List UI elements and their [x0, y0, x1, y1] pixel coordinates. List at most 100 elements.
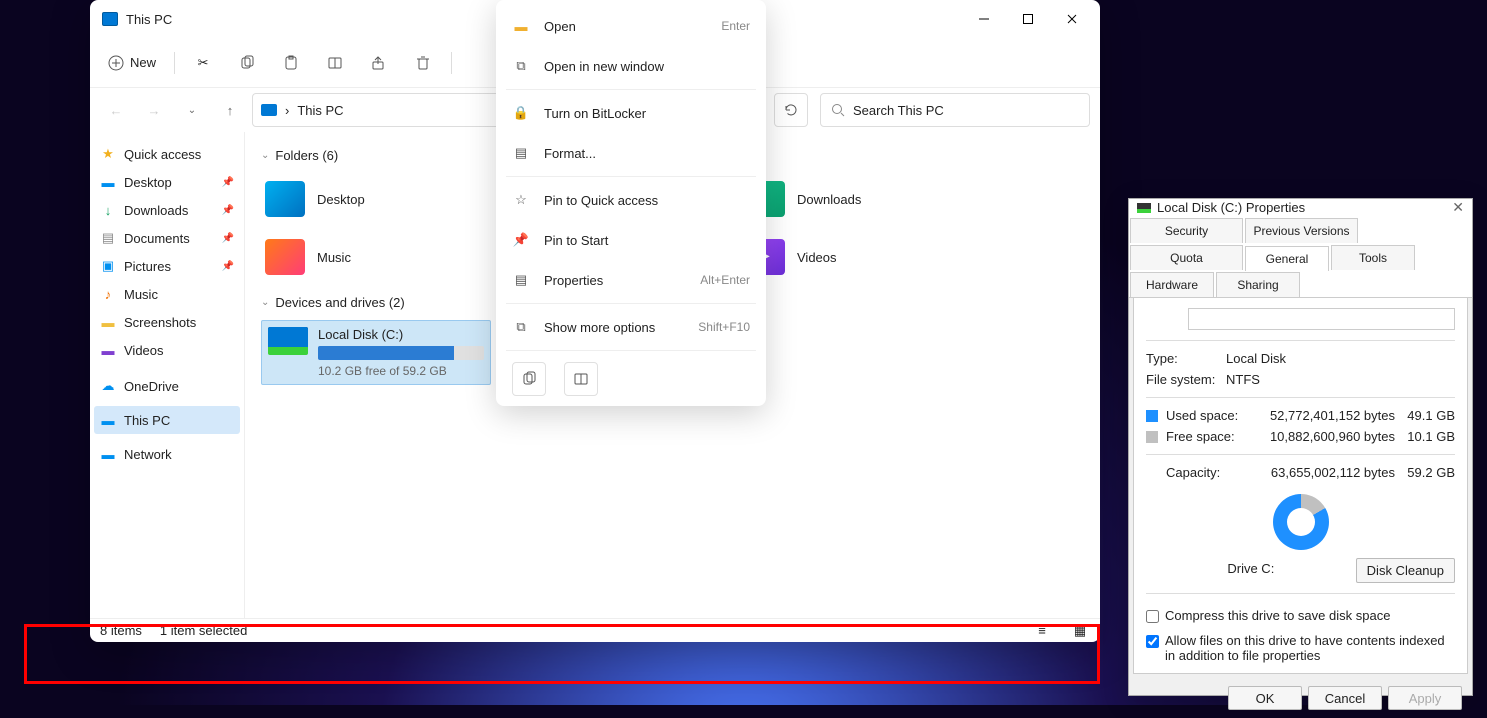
- drive-free-text: 10.2 GB free of 59.2 GB: [318, 364, 484, 378]
- close-button[interactable]: [1050, 4, 1094, 34]
- tab-tools[interactable]: Tools: [1331, 245, 1415, 270]
- search-placeholder: Search This PC: [853, 103, 944, 118]
- pin-icon: 📌: [222, 205, 234, 216]
- free-swatch: [1146, 431, 1158, 443]
- ctx-properties[interactable]: ▤PropertiesAlt+Enter: [502, 260, 760, 300]
- thispc-icon: [102, 12, 118, 26]
- share-button[interactable]: [359, 45, 399, 81]
- chevron-down-icon: ⌄: [261, 297, 269, 308]
- folder-music[interactable]: Music: [261, 231, 481, 283]
- drive-local-disk-c[interactable]: Local Disk (C:) 10.2 GB free of 59.2 GB: [261, 320, 491, 385]
- properties-dialog: Local Disk (C:) Properties ✕ Security Pr…: [1128, 198, 1473, 696]
- context-menu: ▬OpenEnter ⧉Open in new window 🔒Turn on …: [496, 0, 766, 406]
- thispc-icon: [261, 104, 277, 116]
- disk-cleanup-button[interactable]: Disk Cleanup: [1356, 558, 1455, 583]
- ctx-copy-button[interactable]: [512, 362, 546, 396]
- music-icon: ♪: [100, 286, 116, 302]
- forward-button[interactable]: →: [138, 94, 170, 126]
- address-location: This PC: [297, 103, 343, 118]
- music-folder-icon: [265, 239, 305, 275]
- sidebar-item-documents[interactable]: ▤Documents📌: [94, 224, 240, 252]
- delete-button[interactable]: [403, 45, 443, 81]
- type-label: Type:: [1146, 351, 1226, 366]
- drive-c-label: Drive C:: [1146, 561, 1356, 576]
- search-icon: [831, 103, 845, 117]
- tab-hardware[interactable]: Hardware: [1130, 272, 1214, 297]
- refresh-icon: [783, 102, 799, 118]
- close-button[interactable]: ✕: [1452, 199, 1464, 216]
- tab-general[interactable]: General: [1245, 246, 1329, 271]
- sidebar-item-pictures[interactable]: ▣Pictures📌: [94, 252, 240, 280]
- thispc-icon: ▬: [100, 412, 116, 428]
- filesystem-value: NTFS: [1226, 372, 1260, 387]
- cancel-button[interactable]: Cancel: [1308, 686, 1382, 710]
- rename-button[interactable]: [315, 45, 355, 81]
- sidebar-network[interactable]: ▬Network: [94, 440, 240, 468]
- sidebar-item-desktop[interactable]: ▬Desktop📌: [94, 168, 240, 196]
- back-button[interactable]: ←: [100, 94, 132, 126]
- ctx-open[interactable]: ▬OpenEnter: [502, 6, 760, 46]
- sidebar-item-downloads[interactable]: ↓Downloads📌: [94, 196, 240, 224]
- ctx-pin-quick-access[interactable]: ☆Pin to Quick access: [502, 180, 760, 220]
- tab-previous-versions[interactable]: Previous Versions: [1245, 218, 1358, 243]
- capacity-gb: 59.2 GB: [1403, 465, 1455, 480]
- network-icon: ▬: [100, 446, 116, 462]
- pin-icon: 📌: [512, 232, 530, 248]
- used-label: Used space:: [1166, 408, 1248, 423]
- tab-sharing[interactable]: Sharing: [1216, 272, 1300, 297]
- free-bytes: 10,882,600,960 bytes: [1256, 429, 1395, 444]
- desktop-icon: ▬: [100, 174, 116, 190]
- ctx-rename-button[interactable]: [564, 362, 598, 396]
- drive-icon: [1146, 311, 1168, 327]
- tab-security[interactable]: Security: [1130, 218, 1243, 243]
- properties-title: Local Disk (C:) Properties: [1157, 200, 1305, 215]
- recent-dropdown[interactable]: ⌄: [176, 94, 208, 126]
- free-gb: 10.1 GB: [1403, 429, 1455, 444]
- maximize-button[interactable]: [1006, 4, 1050, 34]
- used-swatch: [1146, 410, 1158, 422]
- trash-icon: [415, 55, 431, 71]
- refresh-button[interactable]: [774, 93, 808, 127]
- pictures-icon: ▣: [100, 258, 116, 274]
- sidebar-onedrive[interactable]: ☁OneDrive: [94, 372, 240, 400]
- filesystem-label: File system:: [1146, 372, 1226, 387]
- star-icon: ★: [100, 146, 116, 162]
- sidebar-item-videos[interactable]: ▬Videos: [94, 336, 240, 364]
- ctx-pin-start[interactable]: 📌Pin to Start: [502, 220, 760, 260]
- more-icon: ⧉: [512, 319, 530, 335]
- desktop-folder-icon: [265, 181, 305, 217]
- used-bytes: 52,772,401,152 bytes: [1256, 408, 1395, 423]
- drive-name: Local Disk (C:): [318, 327, 484, 342]
- index-checkbox[interactable]: Allow files on this drive to have conten…: [1146, 633, 1455, 663]
- properties-icon: ▤: [512, 272, 530, 288]
- folder-videos[interactable]: Videos: [741, 231, 961, 283]
- apply-button[interactable]: Apply: [1388, 686, 1462, 710]
- sidebar-item-screenshots[interactable]: ▬Screenshots: [94, 308, 240, 336]
- compress-checkbox[interactable]: Compress this drive to save disk space: [1146, 608, 1455, 623]
- properties-titlebar: Local Disk (C:) Properties ✕: [1129, 199, 1472, 216]
- ctx-show-more[interactable]: ⧉Show more optionsShift+F10: [502, 307, 760, 347]
- cut-button[interactable]: ✂: [183, 45, 223, 81]
- annotation-highlight: [24, 624, 1100, 684]
- sidebar-thispc[interactable]: ▬This PC: [94, 406, 240, 434]
- ctx-open-new-window[interactable]: ⧉Open in new window: [502, 46, 760, 86]
- scissors-icon: ✂: [198, 55, 209, 71]
- minimize-button[interactable]: [962, 4, 1006, 34]
- ok-button[interactable]: OK: [1228, 686, 1302, 710]
- paste-button[interactable]: [271, 45, 311, 81]
- copy-button[interactable]: [227, 45, 267, 81]
- folder-downloads[interactable]: Downloads: [741, 173, 961, 225]
- search-box[interactable]: Search This PC: [820, 93, 1090, 127]
- ctx-format[interactable]: ▤Format...: [502, 133, 760, 173]
- up-button[interactable]: ↑: [214, 94, 246, 126]
- capacity-label: Capacity:: [1166, 465, 1248, 480]
- sidebar-quick-access[interactable]: ★Quick access: [94, 140, 240, 168]
- address-sep: ›: [285, 103, 289, 118]
- sidebar-item-music[interactable]: ♪Music: [94, 280, 240, 308]
- drive-label-input[interactable]: [1188, 308, 1455, 330]
- ctx-bitlocker[interactable]: 🔒Turn on BitLocker: [502, 93, 760, 133]
- properties-tabs: Security Previous Versions Quota General…: [1129, 216, 1472, 298]
- tab-quota[interactable]: Quota: [1130, 245, 1243, 270]
- folder-desktop[interactable]: Desktop: [261, 173, 481, 225]
- new-button[interactable]: New: [98, 45, 166, 81]
